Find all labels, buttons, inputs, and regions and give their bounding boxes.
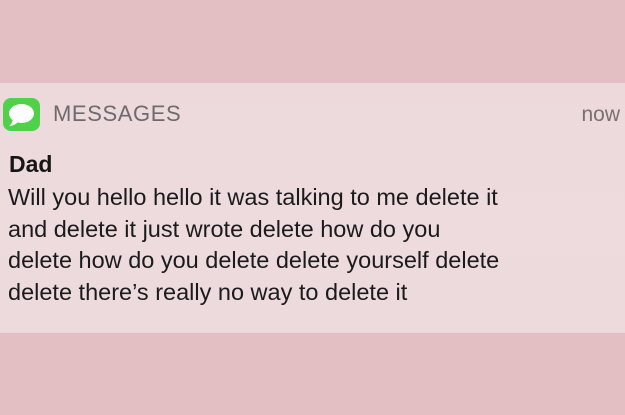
message-body: Will you hello hello it was talking to m… bbox=[8, 184, 500, 305]
messages-bubble-icon bbox=[3, 98, 40, 131]
message-notification[interactable]: MESSAGES now Dad Will you hello hello it… bbox=[0, 83, 625, 333]
screen: { "notification": { "app_icon": "message… bbox=[0, 0, 625, 415]
sender-name: Dad bbox=[9, 151, 53, 177]
app-name: MESSAGES bbox=[53, 101, 182, 126]
timestamp: now bbox=[581, 103, 620, 126]
